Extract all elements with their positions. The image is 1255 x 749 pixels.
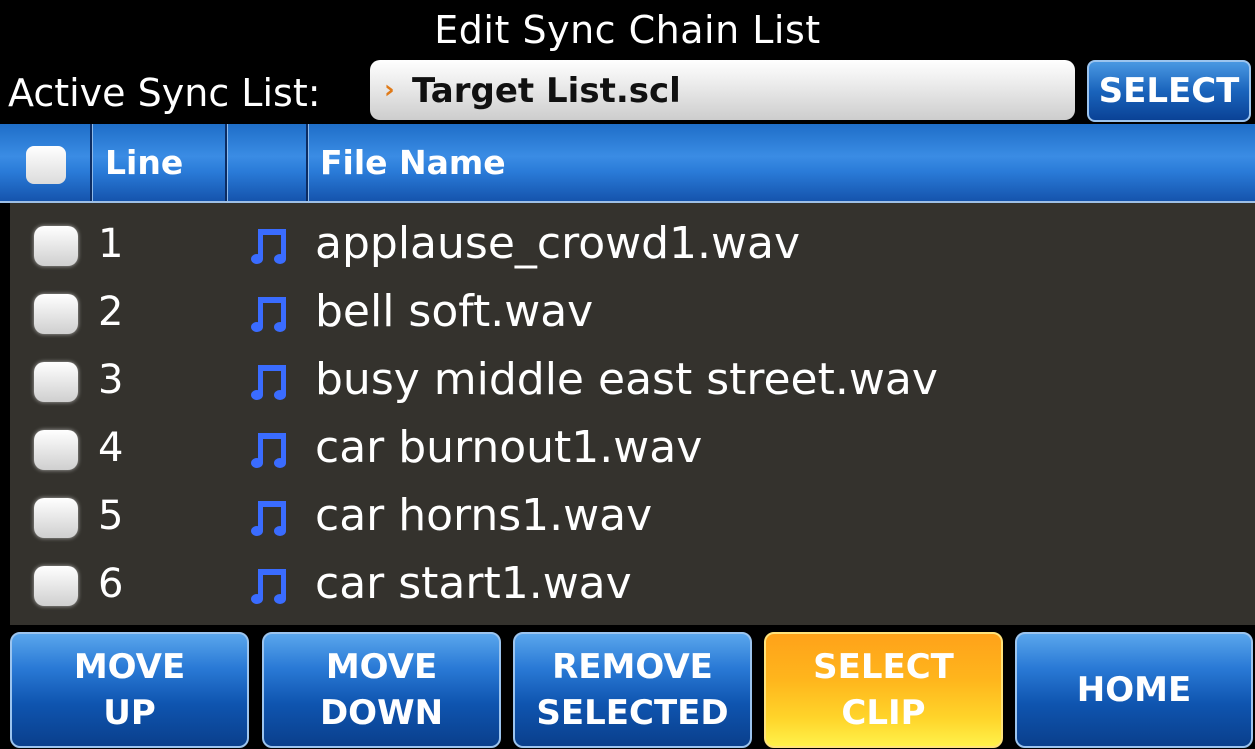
select-clip-label-line2: CLIP — [841, 693, 926, 733]
remove-selected-label-line1: REMOVE — [552, 647, 713, 687]
remove-selected-label-line2: SELECTED — [536, 693, 729, 733]
select-all-checkbox[interactable] — [26, 146, 66, 184]
file-name: applause_crowd1.wav — [315, 218, 801, 269]
home-label: HOME — [1076, 670, 1192, 710]
music-note-icon — [251, 297, 286, 332]
table-row[interactable]: 1 applause_crowd1.wav — [10, 209, 1255, 277]
line-number: 6 — [98, 561, 124, 607]
row-checkbox[interactable] — [34, 430, 78, 470]
music-note-icon — [251, 433, 286, 468]
line-number: 5 — [98, 493, 124, 539]
file-name: busy middle east street.wav — [315, 354, 938, 405]
column-divider — [90, 124, 93, 201]
row-checkbox[interactable] — [34, 498, 78, 538]
line-number: 3 — [98, 357, 124, 403]
column-header-line[interactable]: Line — [105, 124, 183, 201]
table-row[interactable]: 2 bell soft.wav — [10, 277, 1255, 345]
file-name: car burnout1.wav — [315, 422, 703, 473]
remove-selected-button[interactable]: REMOVE SELECTED — [513, 632, 752, 748]
file-name: bell soft.wav — [315, 286, 594, 337]
column-header-file-name[interactable]: File Name — [320, 124, 506, 201]
move-down-button[interactable]: MOVE DOWN — [262, 632, 501, 748]
chevron-right-icon: › — [384, 75, 395, 105]
table-row[interactable]: 6 car start1.wav — [10, 549, 1255, 617]
move-down-label-line1: MOVE — [325, 647, 438, 687]
file-name: car start1.wav — [315, 558, 632, 609]
line-number: 1 — [98, 221, 124, 267]
active-sync-list-value: Target List.scl — [412, 71, 681, 111]
file-list: 1 applause_crowd1.wav 2 bell soft.wav 3 … — [10, 203, 1255, 625]
row-checkbox[interactable] — [34, 226, 78, 266]
music-note-icon — [251, 569, 286, 604]
page-title: Edit Sync Chain List — [434, 8, 821, 52]
active-sync-list-field[interactable]: › Target List.scl — [370, 60, 1075, 120]
table-header: Line File Name — [0, 124, 1255, 203]
row-checkbox[interactable] — [34, 362, 78, 402]
file-name: car horns1.wav — [315, 490, 653, 541]
table-row[interactable]: 4 car burnout1.wav — [10, 413, 1255, 481]
line-number: 2 — [98, 289, 124, 335]
music-note-icon — [251, 501, 286, 536]
select-clip-button[interactable]: SELECT CLIP — [764, 632, 1003, 748]
table-row[interactable]: 3 busy middle east street.wav — [10, 345, 1255, 413]
music-note-icon — [251, 365, 286, 400]
move-up-label-line2: UP — [103, 693, 156, 733]
active-sync-list-label: Active Sync List: — [8, 71, 321, 115]
home-button[interactable]: HOME — [1015, 632, 1253, 748]
line-number: 4 — [98, 425, 124, 471]
column-divider — [225, 124, 228, 201]
move-up-label-line1: MOVE — [73, 647, 186, 687]
row-checkbox[interactable] — [34, 294, 78, 334]
select-button[interactable]: SELECT — [1087, 60, 1251, 122]
music-note-icon — [251, 229, 286, 264]
table-row[interactable]: 5 car horns1.wav — [10, 481, 1255, 549]
move-down-label-line2: DOWN — [319, 693, 444, 733]
column-divider — [306, 124, 309, 201]
row-checkbox[interactable] — [34, 566, 78, 606]
move-up-button[interactable]: MOVE UP — [10, 632, 249, 748]
select-clip-label-line1: SELECT — [813, 647, 954, 687]
